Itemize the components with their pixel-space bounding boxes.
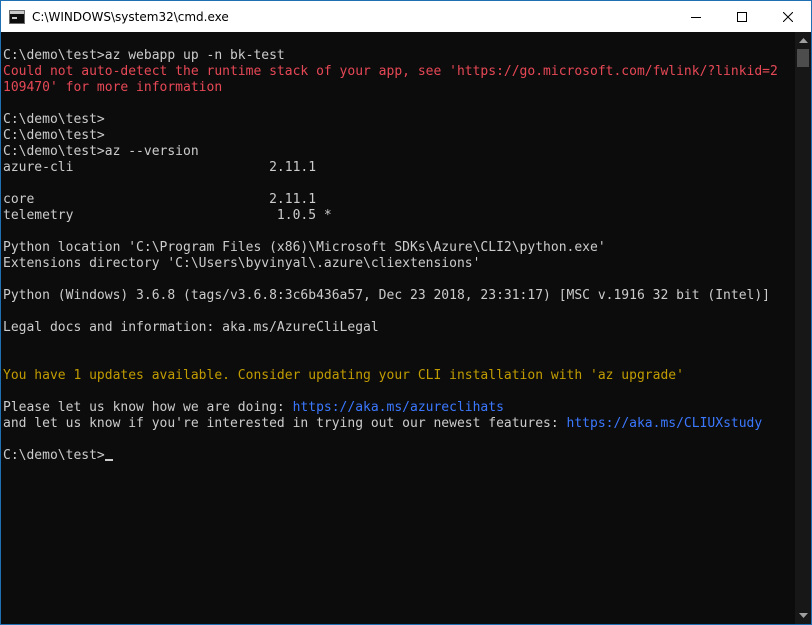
console-text: C:\demo\test>az --version <box>3 144 199 159</box>
console-line: C:\demo\test>az --version <box>3 144 778 160</box>
close-button[interactable] <box>765 1 811 32</box>
console-line: C:\demo\test> <box>3 128 778 144</box>
console-line: Python (Windows) 3.6.8 (tags/v3.6.8:3c6b… <box>3 288 778 304</box>
maximize-icon <box>737 11 747 22</box>
console-line: Extensions directory 'C:\Users\byvinyal\… <box>3 256 778 272</box>
scroll-up-button[interactable] <box>795 32 811 49</box>
console-line: azure-cli 2.11.1 <box>3 160 778 176</box>
console-lines: C:\demo\test>az webapp up -n bk-test Coul… <box>3 48 778 464</box>
console-line: telemetry 1.0.5 * <box>3 208 778 224</box>
window-title: C:\WINDOWS\system32\cmd.exe <box>32 9 229 24</box>
scroll-down-arrow-icon <box>798 613 808 618</box>
console-window: C:\WINDOWS\system32\cmd.exe C:\demo\test… <box>0 0 812 625</box>
maximize-button[interactable] <box>719 1 765 32</box>
minimize-button[interactable] <box>673 1 719 32</box>
console-line: and let us know if you're interested in … <box>3 416 778 432</box>
scroll-up-arrow-icon <box>798 38 808 43</box>
console-text: Extensions directory 'C:\Users\byvinyal\… <box>3 256 481 271</box>
console-text: telemetry 1.0.5 * <box>3 208 332 223</box>
console-text: Python (Windows) 3.6.8 (tags/v3.6.8:3c6b… <box>3 288 771 303</box>
cmd-console-icon <box>9 9 25 24</box>
console-line: 109470' for more information <box>3 80 778 96</box>
console-line: C:\demo\test> <box>3 448 778 464</box>
text-cursor <box>104 459 113 461</box>
console-line: Python location 'C:\Program Files (x86)\… <box>3 240 778 256</box>
console-link[interactable]: https://aka.ms/azureclihats <box>293 400 504 415</box>
console-text: Could not auto-detect the runtime stack … <box>3 64 778 79</box>
console-text: Legal docs and information: aka.ms/Azure… <box>3 320 379 335</box>
title-bar[interactable]: C:\WINDOWS\system32\cmd.exe <box>1 1 811 32</box>
scroll-down-button[interactable] <box>795 607 811 624</box>
console-text: C:\demo\test> <box>3 128 105 143</box>
console-output-area[interactable]: C:\demo\test>az webapp up -n bk-test Coul… <box>1 32 794 624</box>
console-line: Please let us know how we are doing: htt… <box>3 400 778 416</box>
scroll-thumb[interactable] <box>797 49 809 67</box>
console-text: C:\demo\test> <box>3 448 105 463</box>
console-text: You have 1 updates available. Consider u… <box>3 368 684 383</box>
console-line: You have 1 updates available. Consider u… <box>3 368 778 384</box>
console-text: C:\demo\test>az webapp up -n bk-test <box>3 48 285 63</box>
console-text: Please let us know how we are doing: <box>3 400 293 415</box>
vertical-scrollbar[interactable] <box>795 32 811 624</box>
console-line: C:\demo\test> <box>3 112 778 128</box>
console-text: core 2.11.1 <box>3 192 317 207</box>
minimize-icon <box>691 16 701 18</box>
console-line: Could not auto-detect the runtime stack … <box>3 64 778 80</box>
console-line: C:\demo\test>az webapp up -n bk-test <box>3 48 778 64</box>
console-text: and let us know if you're interested in … <box>3 416 567 431</box>
console-text: 109470' for more information <box>3 80 223 95</box>
console-link[interactable]: https://aka.ms/CLIUXstudy <box>567 416 763 431</box>
console-text: C:\demo\test> <box>3 112 105 127</box>
console-text: azure-cli 2.11.1 <box>3 160 317 175</box>
console-line: core 2.11.1 <box>3 192 778 208</box>
close-icon <box>783 11 793 22</box>
console-text: Python location 'C:\Program Files (x86)\… <box>3 240 606 255</box>
console-line: Legal docs and information: aka.ms/Azure… <box>3 320 778 336</box>
